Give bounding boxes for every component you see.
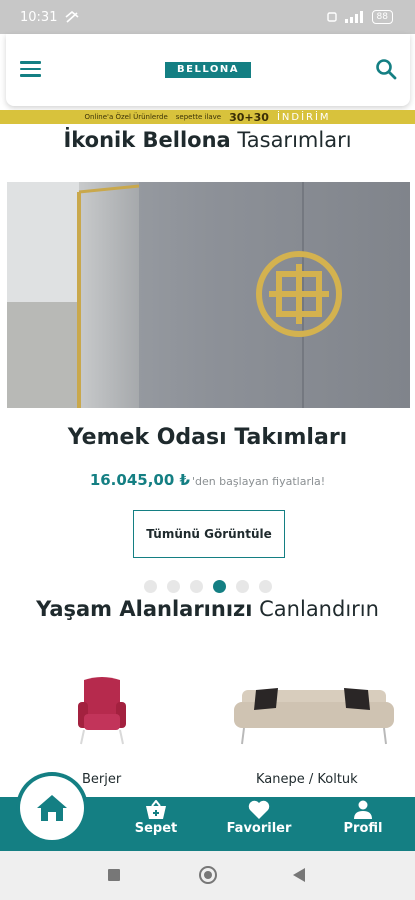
- category-label-armchair[interactable]: Berjer: [82, 772, 121, 787]
- home-system-icon[interactable]: [199, 866, 217, 884]
- nav-cart[interactable]: Sepet: [116, 800, 196, 836]
- home-icon: [37, 795, 67, 821]
- promo-big-text: 30+30: [229, 110, 269, 124]
- section-title-bold: Yaşam Alanlarınızı: [36, 597, 253, 621]
- armchair-image: [78, 677, 126, 745]
- nav-cart-label: Sepet: [134, 821, 178, 836]
- carousel-dot[interactable]: [236, 580, 249, 593]
- carousel-dot[interactable]: [259, 580, 272, 593]
- section-title-living: Yaşam Alanlarınızı Canlandırın: [0, 597, 415, 621]
- starting-price: 16.045,00 ₺: [89, 471, 190, 489]
- slide-title: Yemek Odası Takımları: [67, 425, 348, 450]
- price-line: 16.045,00 ₺'den başlayan fiyatlarla!: [0, 470, 415, 489]
- section-title-rest: Tasarımları: [237, 128, 352, 152]
- carousel-dot[interactable]: [167, 580, 180, 593]
- basket-icon: [146, 800, 166, 819]
- status-bar: 10:31 88: [0, 0, 415, 34]
- category-sofa[interactable]: [232, 684, 396, 748]
- user-icon: [354, 800, 372, 819]
- hero-image[interactable]: [7, 182, 410, 408]
- carousel-dot[interactable]: [144, 580, 157, 593]
- carousel-dot-active[interactable]: [213, 580, 226, 593]
- promo-discount-text: İNDİRİM: [276, 111, 331, 123]
- no-disturb-icon: [65, 11, 79, 23]
- recent-apps-icon[interactable]: [108, 869, 120, 881]
- price-suffix: 'den başlayan fiyatlarla!: [191, 475, 326, 488]
- nav-favorites-label: Favoriler: [226, 821, 292, 836]
- carousel-dot[interactable]: [190, 580, 203, 593]
- sofa-image: [234, 688, 394, 745]
- search-icon[interactable]: [375, 58, 397, 80]
- category-armchair[interactable]: [70, 676, 134, 748]
- category-label-sofa[interactable]: Kanepe / Koltuk: [256, 772, 358, 787]
- view-all-button[interactable]: Tümünü Görüntüle: [133, 510, 285, 558]
- bellona-logo[interactable]: BELLONA: [165, 62, 251, 78]
- vibrate-icon: [326, 12, 337, 22]
- section-title-iconic: İkonik Bellona Tasarımları: [0, 128, 415, 152]
- section-title-rest: Canlandırın: [259, 597, 379, 621]
- promo-mid-text: sepette ilave: [175, 113, 222, 121]
- promo-left-text: Online'a Özel Ürünlerde: [84, 113, 168, 121]
- app-header: BELLONA: [6, 34, 410, 106]
- nav-profile-label: Profil: [343, 821, 383, 836]
- section-title-bold: İkonik Bellona: [63, 128, 231, 152]
- battery-icon: 88: [371, 10, 393, 24]
- nav-profile[interactable]: Profil: [323, 800, 403, 836]
- cabinet-photo: [7, 182, 410, 408]
- home-button[interactable]: [20, 776, 84, 840]
- heart-icon: [248, 800, 270, 819]
- status-time: 10:31: [20, 9, 58, 25]
- back-icon[interactable]: [293, 868, 305, 882]
- carousel-dots: [144, 580, 272, 593]
- nav-favorites[interactable]: Favoriler: [219, 800, 299, 836]
- menu-icon[interactable]: [20, 61, 41, 77]
- signal-icon: [344, 11, 363, 23]
- promo-banner[interactable]: Online'a Özel Ürünlerde sepette ilave 30…: [0, 110, 415, 124]
